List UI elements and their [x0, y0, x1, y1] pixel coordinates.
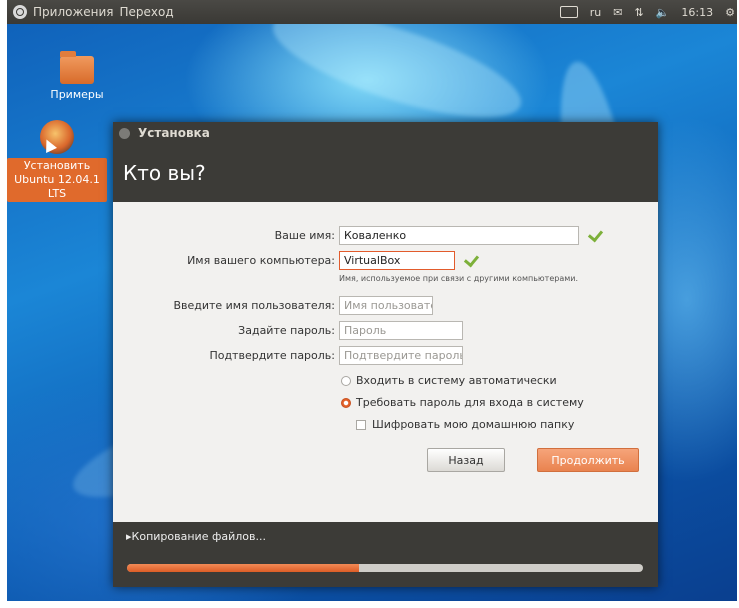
menu-places[interactable]: Переход	[120, 5, 174, 19]
top-panel: Приложения Переход ru ✉ ⇅ 🔈 16:13 ⚙	[7, 0, 737, 24]
checkmark-icon	[587, 226, 604, 243]
page-title: Кто вы?	[123, 161, 206, 185]
page-header: Кто вы?	[113, 144, 658, 202]
checkbox[interactable]	[356, 419, 366, 430]
name-label: Ваше имя:	[274, 229, 335, 242]
username-field[interactable]: Имя пользователя	[339, 296, 433, 315]
folder-icon	[60, 51, 94, 84]
radio-button-selected[interactable]	[341, 397, 351, 408]
name-field[interactable]: Коваленко	[339, 226, 579, 245]
close-icon[interactable]	[119, 127, 130, 139]
clock[interactable]: 16:13	[681, 6, 713, 19]
encrypt-home-option[interactable]: Шифровать мою домашнюю папку	[356, 418, 574, 431]
username-label: Введите имя пользователя:	[173, 299, 335, 312]
window-titlebar[interactable]: Установка	[113, 122, 658, 144]
keyboard-icon[interactable]	[559, 6, 578, 18]
keyboard-layout-indicator[interactable]: ru	[590, 6, 602, 19]
user-form: Ваше имя: Коваленко Имя вашего компьютер…	[113, 202, 658, 522]
continue-button[interactable]: Продолжить	[537, 448, 639, 472]
confirm-password-field[interactable]: Подтвердите пароль	[339, 346, 463, 365]
progress-bar	[127, 564, 643, 572]
progress-label-text: Копирование файлов...	[131, 530, 266, 543]
window-title: Установка	[138, 126, 210, 140]
desktop-icon-label: Установить Ubuntu 12.04.1 LTS	[7, 158, 107, 202]
desktop-icon-examples[interactable]: Примеры	[37, 51, 117, 101]
progress-bar-fill	[127, 564, 360, 572]
settings-icon[interactable]: ⚙	[725, 6, 735, 19]
system-tray: ru ✉ ⇅ 🔈 16:13 ⚙	[559, 0, 737, 24]
password-field[interactable]: Пароль	[339, 321, 463, 340]
auto-login-label: Входить в систему автоматически	[356, 374, 557, 387]
progress-label[interactable]: ▸Копирование файлов...	[126, 530, 266, 543]
password-label: Задайте пароль:	[238, 324, 335, 337]
computer-name-hint: Имя, используемое при связи с другими ко…	[339, 274, 578, 283]
computer-name-label: Имя вашего компьютера:	[187, 254, 335, 267]
volume-icon[interactable]: 🔈	[656, 6, 670, 19]
auto-login-option[interactable]: Входить в систему автоматически	[341, 374, 557, 387]
mail-icon[interactable]: ✉	[613, 6, 622, 19]
menu-applications[interactable]: Приложения	[33, 5, 114, 19]
desktop: Приложения Переход ru ✉ ⇅ 🔈 16:13 ⚙ Прим…	[7, 0, 737, 601]
progress-footer: ▸Копирование файлов...	[113, 522, 658, 587]
network-icon[interactable]: ⇅	[635, 6, 644, 19]
desktop-icon-label: Примеры	[50, 88, 104, 101]
ubuntu-logo-icon[interactable]	[13, 5, 27, 19]
confirm-password-label: Подтвердите пароль:	[209, 349, 335, 362]
checkmark-icon	[463, 251, 480, 268]
require-password-option[interactable]: Требовать пароль для входа в систему	[341, 396, 584, 409]
encrypt-home-label: Шифровать мою домашнюю папку	[372, 418, 575, 431]
computer-name-field[interactable]: VirtualBox	[339, 251, 455, 270]
radio-button[interactable]	[341, 375, 351, 386]
back-button[interactable]: Назад	[427, 448, 505, 472]
require-password-label: Требовать пароль для входа в систему	[356, 396, 584, 409]
installer-window: Установка Кто вы? Ваше имя: Коваленко Им…	[113, 122, 658, 587]
desktop-icon-install-ubuntu[interactable]: Установить Ubuntu 12.04.1 LTS	[7, 120, 107, 202]
